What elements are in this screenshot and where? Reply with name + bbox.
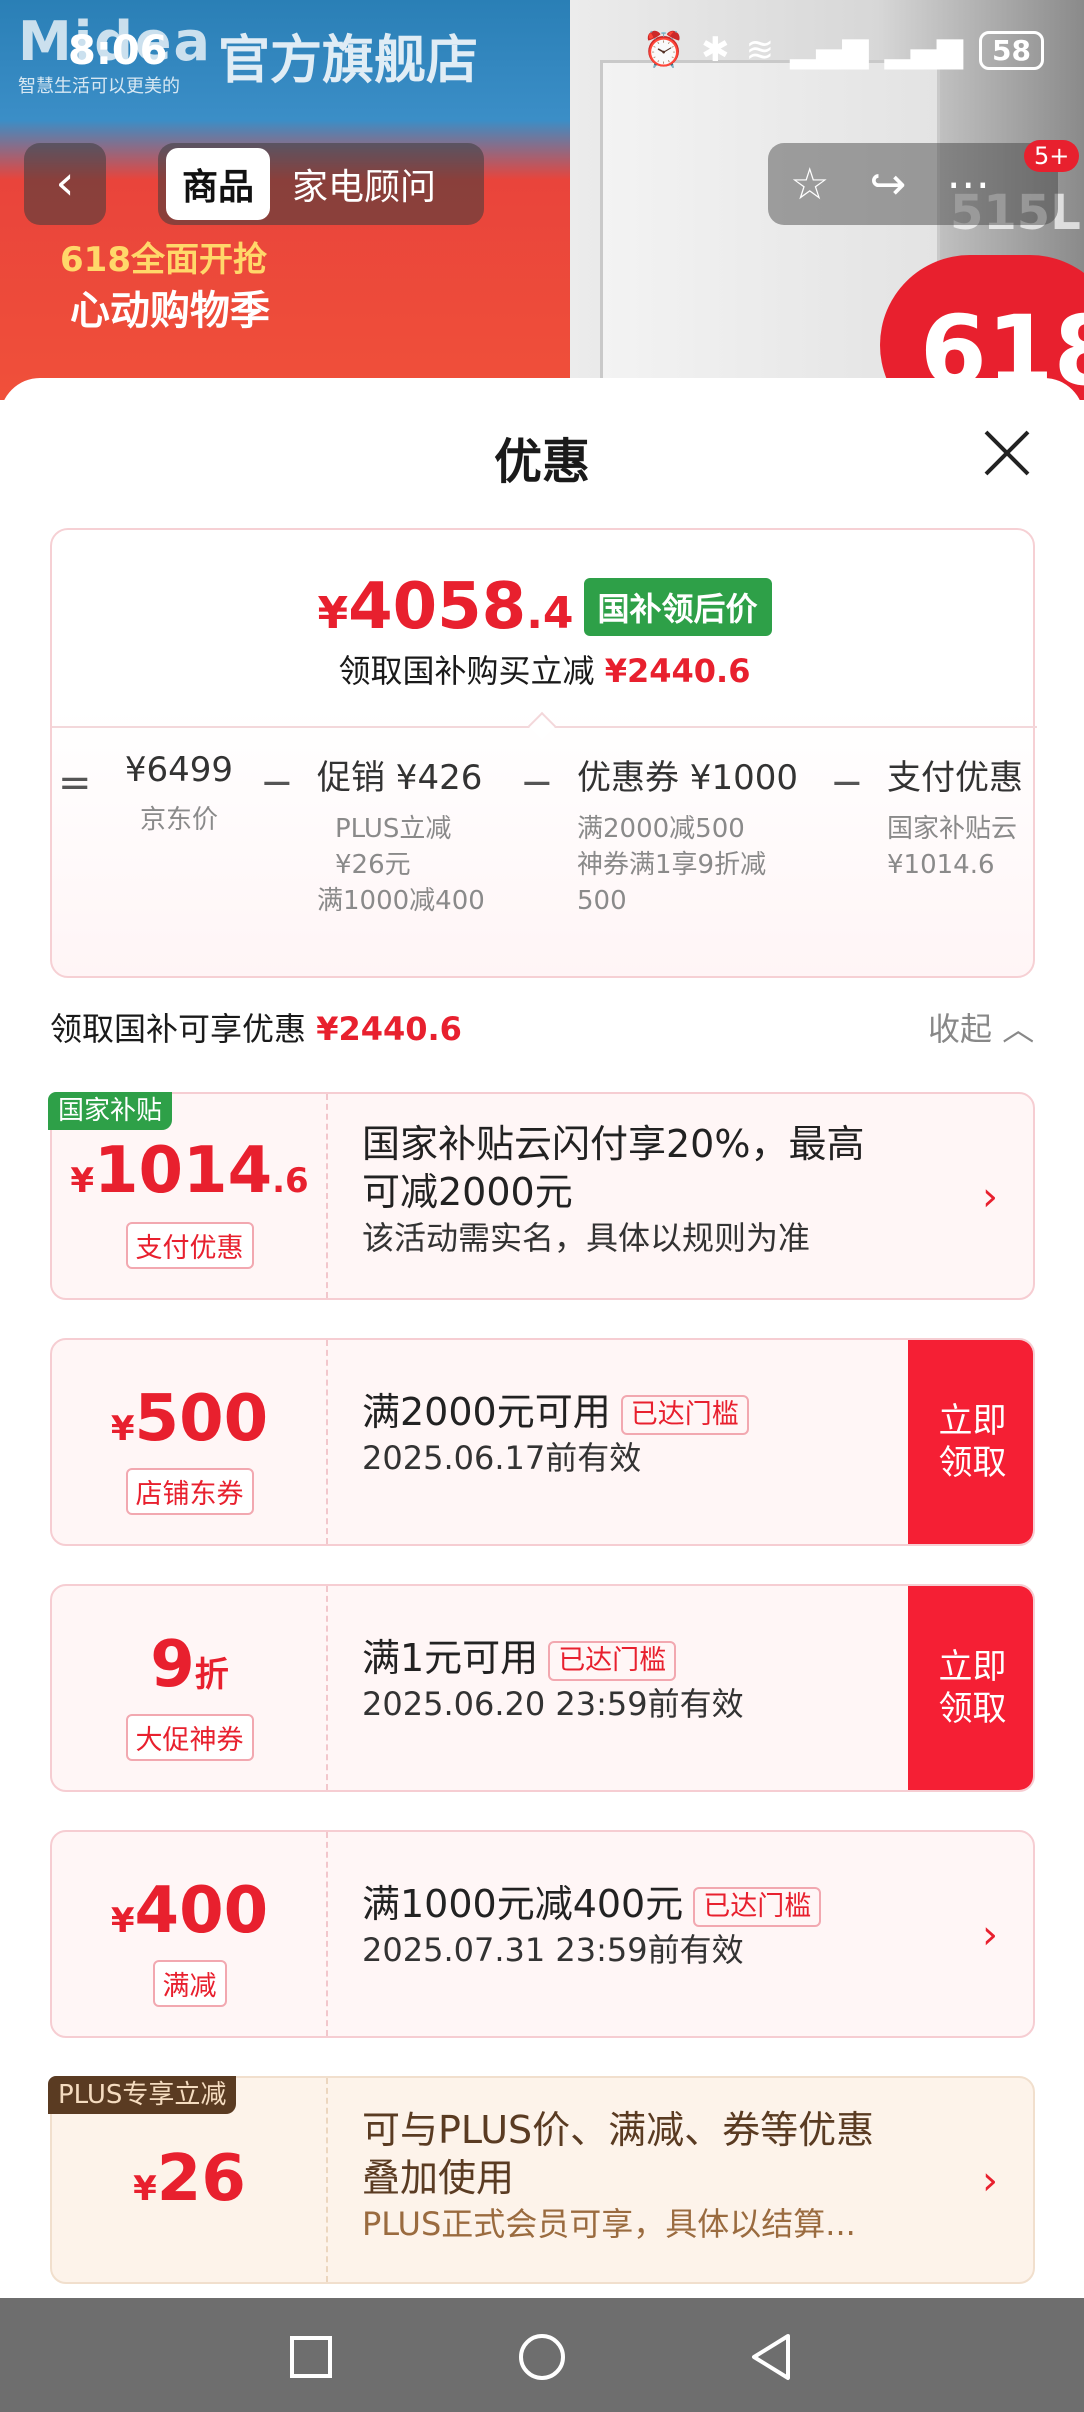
more-icon[interactable]: ⋯ xyxy=(946,159,990,210)
status-icons: ⏰ ✱ ≋ ▂▄▆ ▂▄▆ 58 xyxy=(643,30,1044,70)
signal-icon: ▂▄▆ xyxy=(790,30,869,70)
chevron-up-icon: ︿ xyxy=(1002,1010,1035,1048)
breakdown-payment: 支付优惠 国家补贴云 ¥1014.6 xyxy=(887,758,1023,880)
coupon-title: 满1元可用 已达门槛 xyxy=(362,1634,922,1682)
breakdown-list-price: ¥6499 京东价 xyxy=(124,750,234,835)
price-summary: ¥4058.4 国补领后价 领取国补购买立减 ¥2440.6 = ¥6499 京东… xyxy=(50,528,1037,978)
section-amount: ¥2440.6 xyxy=(316,1010,462,1048)
promo-top: 618全面开抢 xyxy=(60,240,267,280)
status-time: 8:06 xyxy=(68,28,168,74)
coupon-value: ¥400 满减 xyxy=(52,1832,327,2036)
sheet-title: 优惠 xyxy=(493,434,590,490)
top-tabs: 商品 家电顾问 xyxy=(158,143,484,225)
coupon-card-discount: 9折 大促神券 满1元可用 已达门槛 2025.06.20 23:59前有效 立即… xyxy=(50,1584,1035,1792)
threshold-badge: 已达门槛 xyxy=(548,1640,677,1681)
home-icon[interactable] xyxy=(517,2332,567,2382)
coupon-value: 9折 大促神券 xyxy=(52,1586,327,1790)
coupon-type: 店铺东券 xyxy=(125,1468,254,1515)
coupon-detail: 该活动需实名，具体以规则为准 xyxy=(362,1219,811,1257)
claim-button[interactable]: 立即 领取 xyxy=(908,1340,1033,1544)
savings-line: 领取国补购买立减 ¥2440.6 xyxy=(338,652,751,690)
coupon-card-store: ¥500 店铺东券 满2000元可用 已达门槛 2025.06.17前有效 立即领… xyxy=(50,1338,1035,1546)
coupon-type: 满减 xyxy=(152,1960,227,2007)
coupon-title: 国家补贴云闪付享20%，最高 xyxy=(362,1122,865,1166)
status-bar: 8:06 ⏰ ✱ ≋ ▂▄▆ ▂▄▆ 58 xyxy=(0,0,1084,110)
back-nav-icon[interactable] xyxy=(746,2332,796,2382)
coupon-divider xyxy=(326,2078,328,2282)
wifi-icon: ≋ xyxy=(745,30,775,70)
coupon-divider xyxy=(326,1340,328,1544)
chevron-right-icon: › xyxy=(982,2158,998,2204)
recents-icon[interactable] xyxy=(286,2332,336,2382)
back-button[interactable]: ‹ xyxy=(24,143,106,225)
chevron-left-icon: ‹ xyxy=(55,155,75,211)
promo-main: 心动购物季 xyxy=(70,288,270,334)
threshold-badge: 已达门槛 xyxy=(693,1886,822,1927)
savings-amount: ¥2440.6 xyxy=(604,652,751,690)
collapse-button[interactable]: 收起 ︿ xyxy=(928,1004,1034,1050)
plus-tag: PLUS专享立减 xyxy=(48,2076,237,2114)
tab-product[interactable]: 商品 xyxy=(166,148,271,220)
tab-appliance-advisor[interactable]: 家电顾问 xyxy=(276,148,452,220)
coupon-expiry: 2025.07.31 23:59前有效 xyxy=(362,1931,744,1969)
summary-notch xyxy=(527,711,557,741)
message-badge: 5+ xyxy=(1024,140,1080,172)
coupon-type: 大促神券 xyxy=(125,1714,254,1761)
coupon-divider xyxy=(326,1832,328,2036)
coupon-card-subsidy[interactable]: ¥1014.6 支付优惠 国家补贴云闪付享20%，最高 可减2000元 该活动需… xyxy=(50,1092,1035,1300)
coupon-divider xyxy=(326,1586,328,1790)
coupon-value: ¥500 店铺东券 xyxy=(52,1340,327,1544)
bluetooth-icon: ✱ xyxy=(701,30,730,70)
coupon-title-line2: 可减2000元 xyxy=(362,1170,573,1214)
breakdown-promotion: 促销 ¥426 PLUS立减 ¥26元 满1000减400 xyxy=(317,758,485,916)
signal-2-icon: ▂▄▆ xyxy=(884,30,964,70)
coupon-expiry: 2025.06.20 23:59前有效 xyxy=(362,1685,744,1723)
coupon-detail: PLUS正式会员可享，具体以结算... xyxy=(362,2205,856,2243)
section-header: 领取国补可享优惠 ¥2440.6 xyxy=(50,1010,462,1048)
close-icon[interactable] xyxy=(982,428,1032,478)
price-breakdown: = ¥6499 京东价 − 促销 ¥426 PLUS立减 ¥26元 满1000减… xyxy=(52,750,1037,970)
price-tag: 国补领后价 xyxy=(583,578,772,636)
breakdown-coupon: 优惠券 ¥1000 满2000减500 神券满1享9折减 500 xyxy=(577,758,798,916)
op-minus-1: − xyxy=(260,760,294,806)
alarm-icon: ⏰ xyxy=(642,30,686,70)
subsidy-tag: 国家补贴 xyxy=(48,1092,173,1130)
coupon-type: 支付优惠 xyxy=(125,1222,254,1269)
coupon-title: 可与PLUS价、满减、券等优惠 xyxy=(362,2108,875,2152)
threshold-badge: 已达门槛 xyxy=(620,1394,749,1435)
system-nav-bar xyxy=(0,2298,1084,2412)
battery-indicator: 58 xyxy=(979,30,1044,70)
coupon-title: 满2000元可用 已达门槛 xyxy=(362,1388,922,1436)
final-price: ¥4058.4 xyxy=(317,570,574,644)
discount-sheet: 优惠 ¥4058.4 国补领后价 领取国补购买立减 ¥2440.6 = ¥6499… xyxy=(0,378,1084,2298)
star-icon[interactable]: ☆ xyxy=(790,159,829,210)
coupon-card-full-reduction[interactable]: ¥400 满减 满1000元减400元 已达门槛 2025.07.31 23:59… xyxy=(50,1830,1035,2038)
op-minus-3: − xyxy=(830,760,864,806)
coupon-expiry: 2025.06.17前有效 xyxy=(362,1439,642,1477)
top-actions: ☆ ↪ ⋯ xyxy=(768,143,1058,225)
final-price-line: ¥4058.4 国补领后价 xyxy=(52,570,1037,644)
claim-button[interactable]: 立即 领取 xyxy=(908,1586,1033,1790)
share-icon[interactable]: ↪ xyxy=(869,159,906,210)
op-minus-2: − xyxy=(520,760,554,806)
chevron-right-icon: › xyxy=(982,1174,998,1220)
chevron-right-icon: › xyxy=(982,1912,998,1958)
coupon-title: 满1000元减400元 已达门槛 xyxy=(362,1880,922,1928)
coupon-title-line2: 叠加使用 xyxy=(362,2156,515,2200)
op-equals: = xyxy=(58,760,92,806)
coupon-divider xyxy=(326,1094,328,1298)
